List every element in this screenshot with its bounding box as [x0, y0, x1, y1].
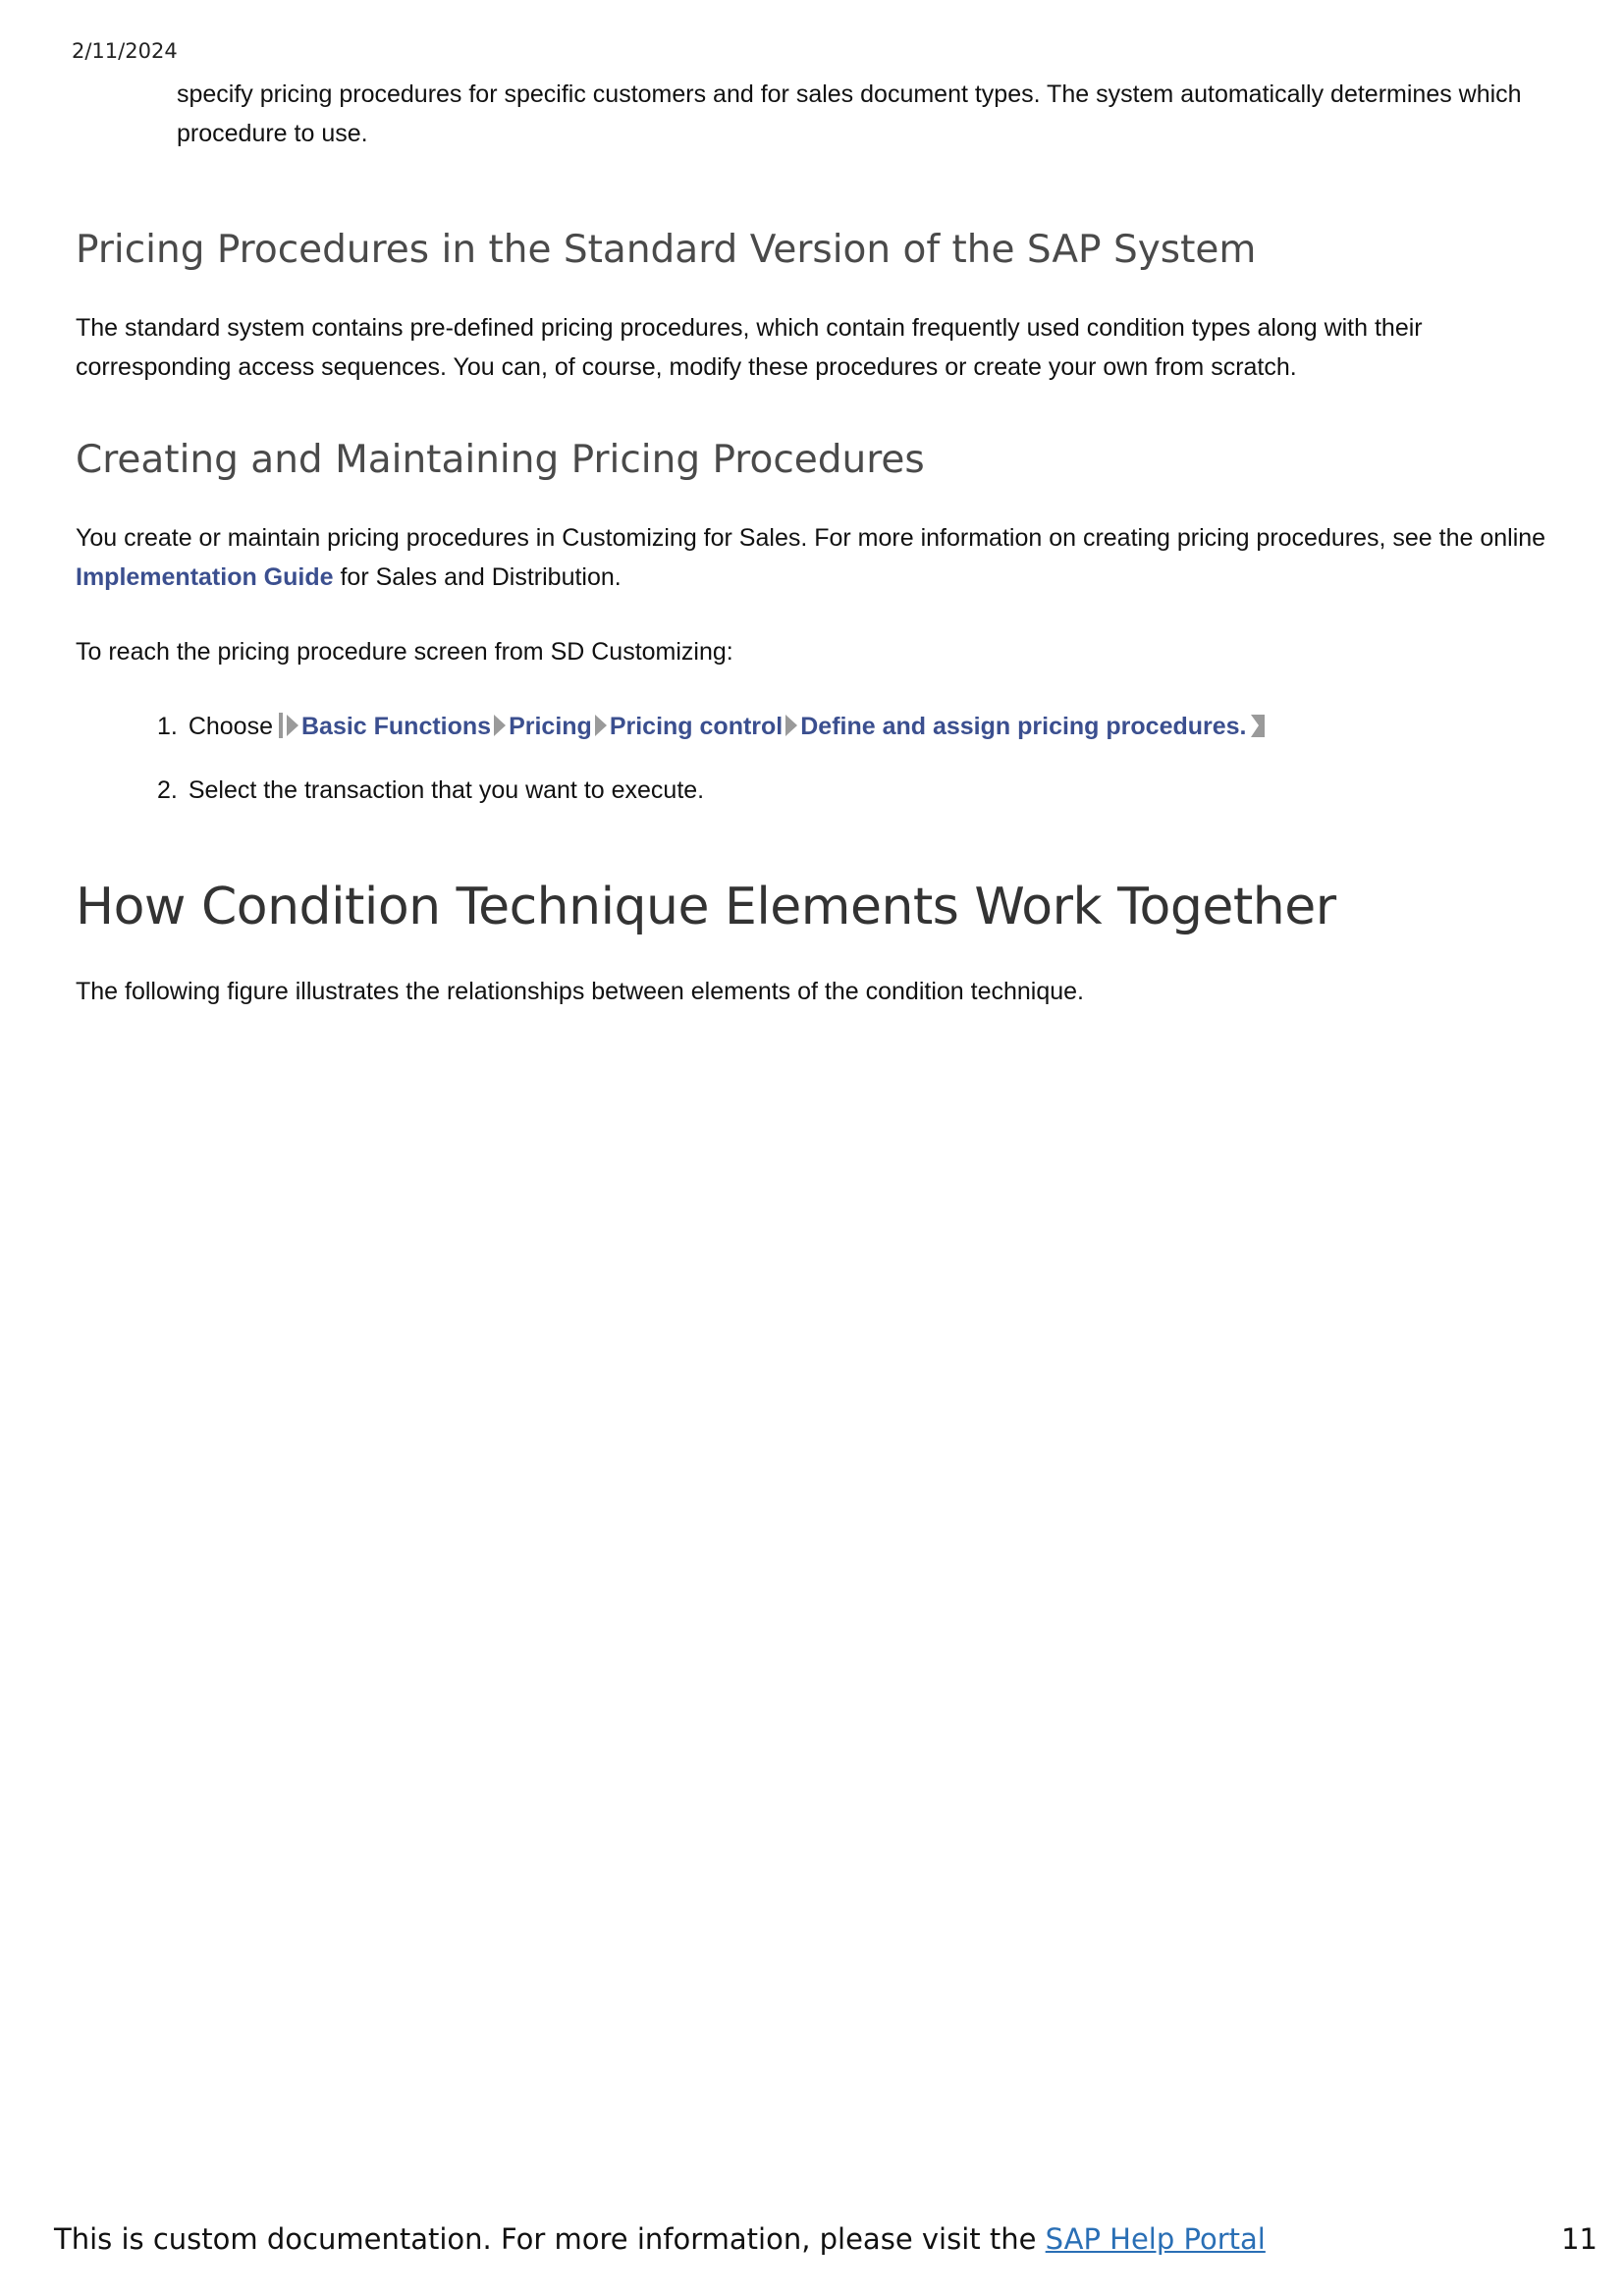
- menu-path-start-icon: [278, 713, 283, 739]
- page-date: 2/11/2024: [72, 39, 178, 63]
- menu-path-end-icon: [1250, 715, 1265, 738]
- menu-path-arrow-icon: [494, 715, 507, 737]
- menu-define-assign-procedures[interactable]: Define and assign pricing procedures.: [800, 713, 1246, 740]
- menu-pricing[interactable]: Pricing: [509, 713, 592, 740]
- step-number: 1.: [157, 713, 178, 740]
- implementation-guide-link[interactable]: Implementation Guide: [76, 563, 334, 591]
- step-item-1: 1. Choose Basic Functions Pricing Pricing c…: [157, 707, 1267, 746]
- heading-creating-maintaining: Creating and Maintaining Pricing Procedu…: [76, 438, 925, 482]
- reach-procedure-text: To reach the pricing procedure screen fr…: [76, 638, 733, 666]
- creating-paragraph: You create or maintain pricing procedure…: [76, 518, 1548, 597]
- heading-standard-version: Pricing Procedures in the Standard Versi…: [76, 228, 1257, 272]
- creating-text-before-link: You create or maintain pricing procedure…: [76, 524, 1546, 552]
- menu-basic-functions[interactable]: Basic Functions: [301, 713, 491, 740]
- menu-path-arrow-icon: [594, 715, 607, 737]
- footer-text: This is custom documentation. For more i…: [54, 2222, 1046, 2256]
- menu-path-arrow-icon: [785, 715, 798, 737]
- page-footer: This is custom documentation. For more i…: [54, 2222, 1266, 2256]
- menu-path-arrow-icon: [286, 715, 298, 737]
- step-number: 2.: [157, 776, 178, 804]
- sap-help-portal-link[interactable]: SAP Help Portal: [1046, 2222, 1266, 2256]
- step-text: Select the transaction that you want to …: [188, 776, 705, 804]
- heading-how-condition-technique: How Condition Technique Elements Work To…: [76, 878, 1336, 936]
- creating-text-after-link: for Sales and Distribution.: [333, 563, 622, 591]
- continued-paragraph: specify pricing procedures for specific …: [177, 80, 1522, 147]
- menu-pricing-control[interactable]: Pricing control: [610, 713, 783, 740]
- step-prefix: Choose: [188, 713, 273, 740]
- figure-intro-paragraph: The following figure illustrates the rel…: [76, 978, 1085, 1005]
- standard-version-paragraph: The standard system contains pre-defined…: [76, 314, 1423, 381]
- page-number: 11: [1561, 2222, 1597, 2256]
- steps-list: 1. Choose Basic Functions Pricing Pricing c…: [157, 707, 1267, 834]
- step-item-2: 2. Select the transaction that you want …: [157, 771, 1267, 810]
